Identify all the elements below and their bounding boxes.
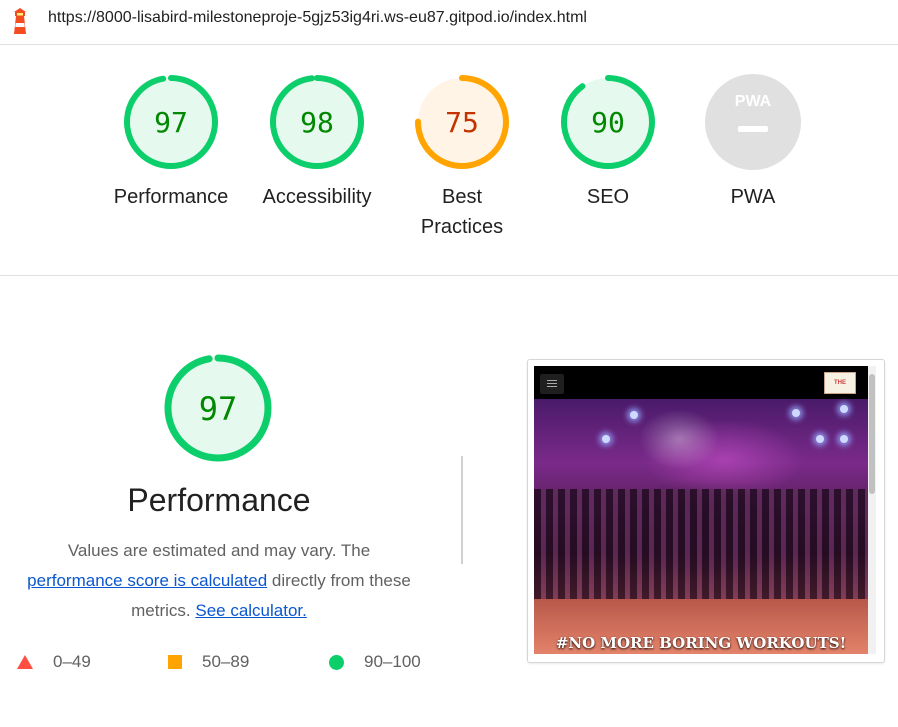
square-icon <box>168 655 182 669</box>
gauge-seo[interactable]: 90 SEO <box>538 74 678 212</box>
score-calculated-link[interactable]: performance score is calculated <box>27 571 267 590</box>
triangle-icon <box>17 655 33 669</box>
pwa-badge-icon: PWA <box>705 74 801 170</box>
performance-big-gauge: 97 <box>164 354 272 462</box>
gauge-score: 90 <box>591 106 625 139</box>
gauge-label-line1: Best <box>441 186 483 208</box>
performance-score: 97 <box>199 390 238 428</box>
performance-description: Values are estimated and may vary. The p… <box>10 536 428 626</box>
category-gauges: 97 Performance 98 Accessibility 75 Best … <box>0 44 898 276</box>
performance-section: 97 Performance Values are estimated and … <box>0 276 898 727</box>
site-logo: THE STUDIO <box>824 372 856 406</box>
gauge-score: 75 <box>445 106 479 139</box>
gauge-label: Best Practices <box>392 182 532 242</box>
final-screenshot[interactable]: THE STUDIO #NO MORE BORING WORKOUTS! <box>527 359 885 663</box>
legend-range: 50–89 <box>202 652 250 671</box>
legend-range: 0–49 <box>53 652 91 671</box>
report-header: https://8000-lisabird-milestoneproje-5gj… <box>0 0 898 45</box>
circle-icon <box>329 654 344 670</box>
gauge-performance[interactable]: 97 Performance <box>101 74 241 212</box>
screenshot-scrollbar[interactable] <box>868 366 876 654</box>
gauge-score: 98 <box>300 106 334 139</box>
see-calculator-link[interactable]: See calculator. <box>195 601 307 620</box>
gauge-performance-ring: 97 <box>124 75 218 169</box>
gauge-best-practices-ring: 75 <box>415 75 509 169</box>
screenshot-image: THE STUDIO #NO MORE BORING WORKOUTS! <box>534 366 868 654</box>
desc-text-1: Values are estimated and may vary. The <box>67 541 371 560</box>
gauge-score: 97 <box>154 106 188 139</box>
gauge-pwa[interactable]: PWA PWA <box>683 74 823 212</box>
gauge-label-line2: Practices <box>420 216 504 238</box>
page-url[interactable]: https://8000-lisabird-milestoneproje-5gj… <box>48 9 587 27</box>
legend-range: 90–100 <box>364 652 421 671</box>
gauge-label: Performance <box>113 186 229 208</box>
performance-title: Performance <box>127 482 311 518</box>
legend-pass: 90–100 <box>329 652 421 672</box>
legend-fail: 0–49 <box>17 652 91 672</box>
lighthouse-icon <box>14 8 26 34</box>
gauge-accessibility[interactable]: 98 Accessibility <box>247 74 387 212</box>
gauge-label: Accessibility <box>262 186 372 208</box>
gauge-label: PWA <box>730 186 776 208</box>
gauge-label: SEO <box>586 186 630 208</box>
gauge-accessibility-ring: 98 <box>270 75 364 169</box>
pwa-badge-text: PWA <box>735 93 772 110</box>
hero-caption: #NO MORE BORING WORKOUTS! <box>555 634 847 652</box>
hero-photo: #NO MORE BORING WORKOUTS! <box>534 399 868 654</box>
vertical-divider <box>461 456 463 564</box>
gauge-best-practices[interactable]: 75 Best Practices <box>392 74 532 242</box>
gauge-seo-ring: 90 <box>561 75 655 169</box>
legend-average: 50–89 <box>168 652 249 672</box>
menu-icon <box>540 374 564 394</box>
